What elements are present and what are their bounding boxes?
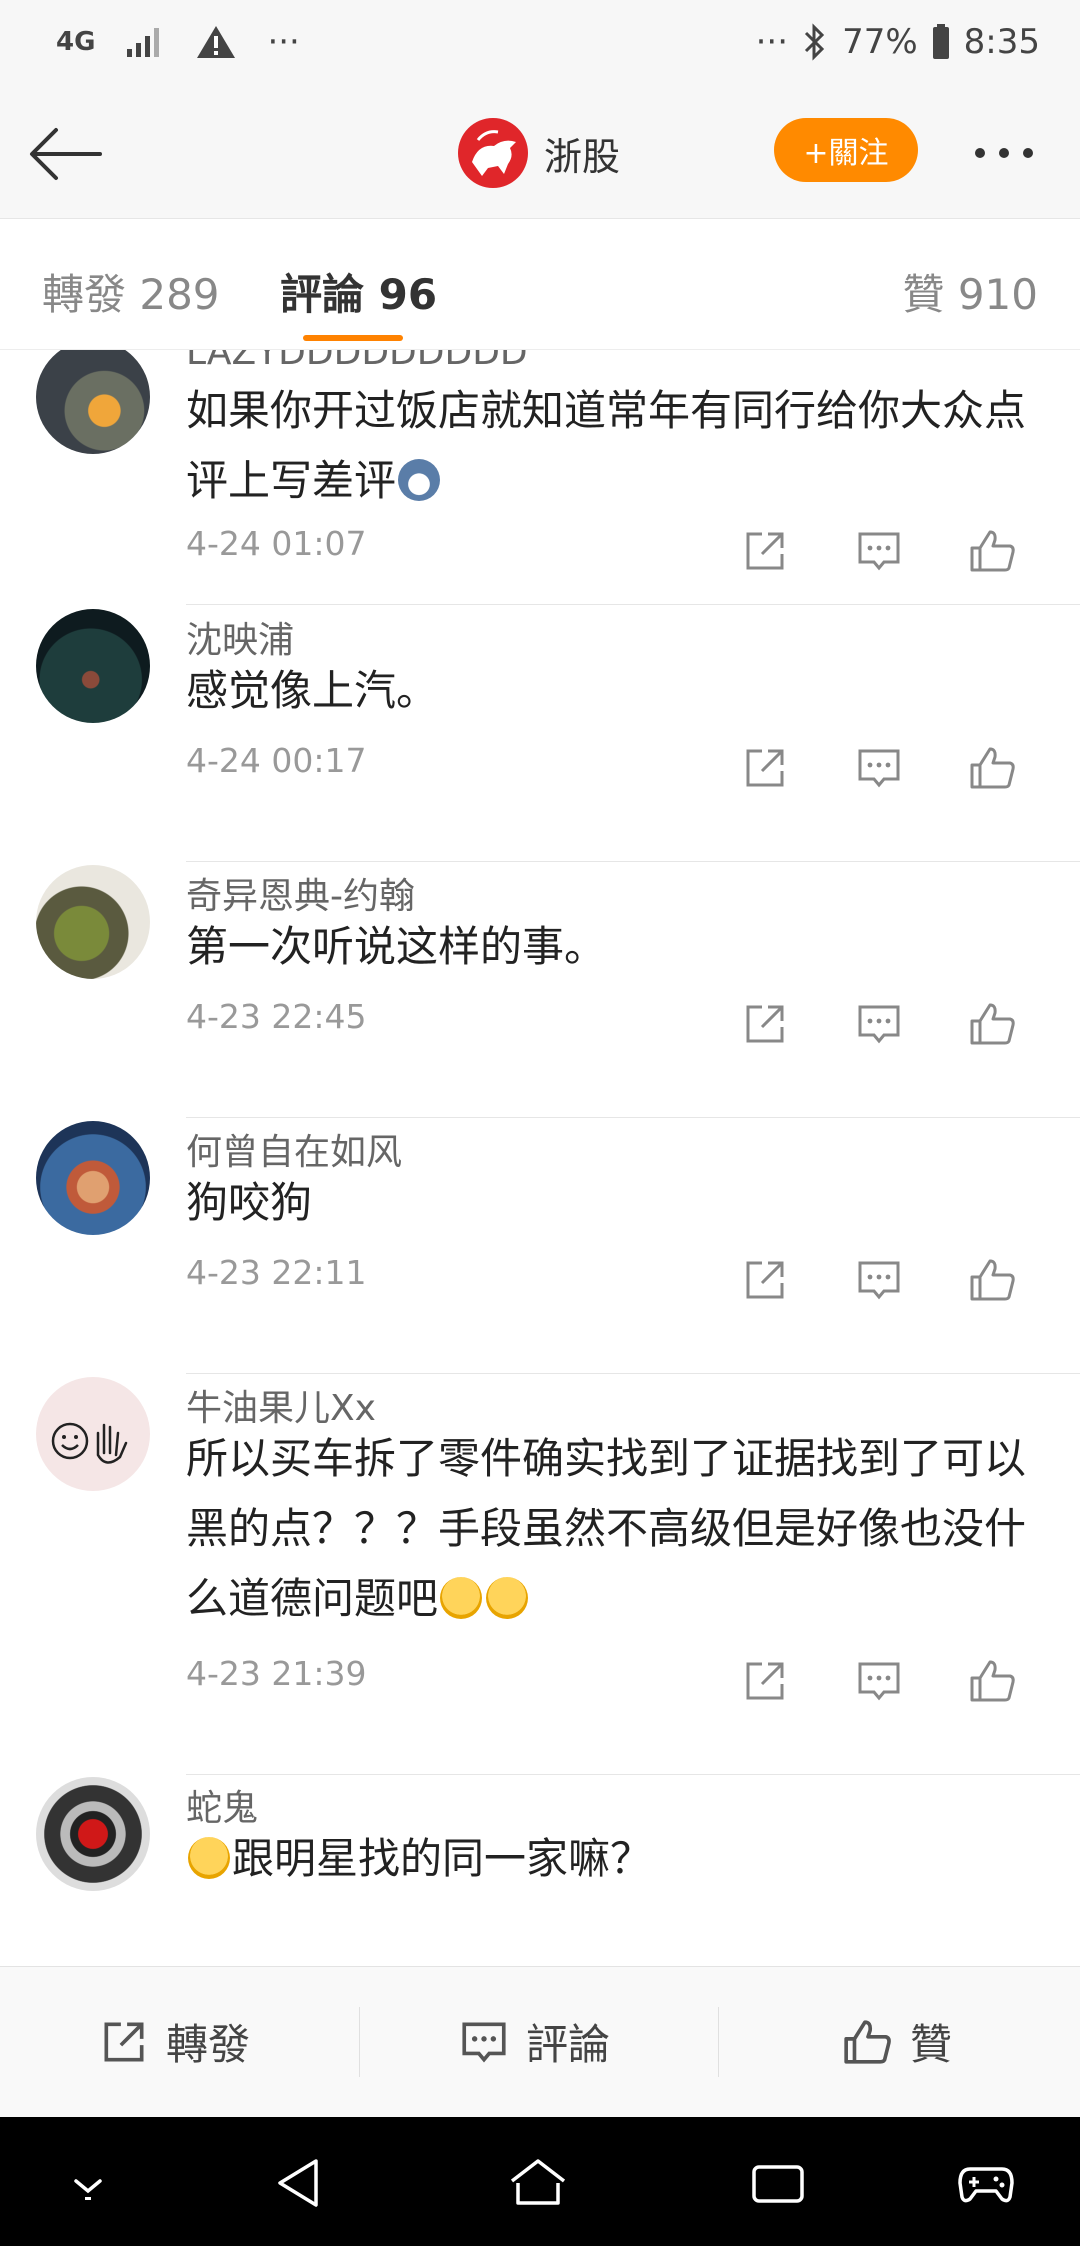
like-label: 贊 bbox=[910, 2020, 953, 2069]
comment-actions bbox=[740, 1255, 1018, 1305]
clock: 8:35 bbox=[963, 22, 1040, 62]
tab-bar: 轉發 289 評論 96 贊 910 bbox=[0, 219, 1080, 350]
comment-actions bbox=[740, 1656, 1018, 1706]
account-logo bbox=[458, 118, 528, 188]
list-item: 何曾自在如风 狗咬狗 4-23 22:11 bbox=[0, 1118, 1080, 1374]
share-icon[interactable] bbox=[740, 999, 790, 1049]
avatar[interactable] bbox=[36, 1377, 150, 1491]
comment-time: 4-23 22:11 bbox=[186, 1253, 367, 1292]
comment-text: 感觉像上汽。 bbox=[186, 666, 439, 715]
thumbs-up-icon bbox=[844, 2019, 891, 2064]
list-item: LAZYDDDDDDDDD 如果你开过饭店就知道常年有同行给你大众点评上写差评 … bbox=[0, 350, 1080, 605]
status-more-text: ··· bbox=[267, 22, 300, 62]
thinking-emoji-icon bbox=[440, 1577, 483, 1619]
avatar[interactable] bbox=[36, 1777, 150, 1891]
avatar[interactable] bbox=[36, 1121, 150, 1235]
avatar[interactable] bbox=[36, 609, 150, 723]
reply-icon[interactable] bbox=[854, 526, 904, 576]
signal-icon bbox=[127, 28, 160, 57]
comment-username[interactable]: LAZYDDDDDDDDD bbox=[186, 350, 528, 373]
divider bbox=[359, 2007, 360, 2077]
repost-button[interactable]: 轉發 bbox=[98, 2011, 250, 2072]
emoji-icon bbox=[188, 1837, 230, 1879]
nav-home-icon[interactable] bbox=[508, 2153, 568, 2213]
list-item: 蛇鬼 跟明星找的同一家嘛？ bbox=[0, 1774, 1080, 1965]
share-icon[interactable] bbox=[740, 743, 790, 793]
divider bbox=[186, 604, 1080, 605]
back-button[interactable] bbox=[26, 118, 106, 190]
reply-icon[interactable] bbox=[854, 1656, 904, 1706]
thumbs-up-icon[interactable] bbox=[968, 1255, 1018, 1305]
list-item: 沈映浦 感觉像上汽。 4-24 00:17 bbox=[0, 606, 1080, 862]
chevron-down-icon[interactable] bbox=[58, 2153, 118, 2213]
thumbs-up-icon[interactable] bbox=[968, 743, 1018, 793]
like-button[interactable]: 贊 bbox=[842, 2011, 952, 2072]
bottom-action-bar: 轉發 評論 贊 bbox=[0, 1966, 1080, 2117]
reply-icon[interactable] bbox=[854, 743, 904, 793]
comment-time: 4-24 00:17 bbox=[186, 741, 367, 780]
comment-time: 4-23 22:45 bbox=[186, 997, 367, 1036]
repost-label: 轉發 bbox=[166, 2020, 251, 2069]
divider bbox=[718, 2007, 719, 2077]
account-title[interactable]: 浙股 bbox=[458, 118, 620, 188]
battery-percent: 77% bbox=[842, 22, 918, 62]
tab-comments[interactable]: 評論 96 bbox=[280, 261, 437, 322]
thumbs-up-icon[interactable] bbox=[968, 1656, 1018, 1706]
list-item: 奇异恩典-约翰 第一次听说这样的事。 4-23 22:45 bbox=[0, 862, 1080, 1118]
avatar[interactable] bbox=[36, 350, 150, 454]
game-controller-icon[interactable] bbox=[956, 2153, 1016, 2213]
thinking-emoji-icon bbox=[486, 1577, 529, 1619]
comment-actions bbox=[740, 999, 1018, 1049]
thumbs-up-icon[interactable] bbox=[968, 526, 1018, 576]
share-icon[interactable] bbox=[740, 1656, 790, 1706]
app-header: 浙股 +關注 bbox=[0, 92, 1080, 219]
reply-icon[interactable] bbox=[854, 999, 904, 1049]
comment-time: 4-23 21:39 bbox=[186, 1654, 367, 1693]
comment-icon bbox=[462, 2022, 506, 2063]
status-bar: 4G ··· ··· 77% 8:35 bbox=[0, 0, 1080, 92]
bluetooth-icon bbox=[805, 23, 825, 61]
comment-label: 評論 bbox=[526, 2020, 611, 2069]
tab-likes[interactable]: 贊 910 bbox=[902, 261, 1038, 322]
account-name: 浙股 bbox=[544, 134, 621, 179]
share-icon[interactable] bbox=[740, 1255, 790, 1305]
comment-text: 如果你开过饭店就知道常年有同行给你大众点评上写差评 bbox=[186, 386, 1027, 505]
comment-text: 第一次听说这样的事。 bbox=[186, 922, 607, 971]
nav-recents-icon[interactable] bbox=[748, 2153, 808, 2213]
nav-back-icon[interactable] bbox=[270, 2153, 330, 2213]
tab-reposts[interactable]: 轉發 289 bbox=[42, 261, 220, 322]
dot-icon bbox=[1023, 148, 1033, 158]
husky-emoji-icon bbox=[398, 459, 441, 501]
share-icon[interactable] bbox=[740, 526, 790, 576]
network-indicator: 4G bbox=[56, 27, 96, 57]
smiley-wave-icon bbox=[51, 1422, 128, 1464]
follow-button[interactable]: +關注 bbox=[774, 118, 918, 182]
comment-text: 所以买车拆了零件确实找到了证据找到了可以黑的点？？？手段虽然不高级但是好像也没什… bbox=[186, 1434, 1027, 1623]
comment-actions bbox=[740, 526, 1018, 576]
list-item: 牛油果儿Xx 所以买车拆了零件确实找到了证据找到了可以黑的点？？？手段虽然不高级… bbox=[0, 1374, 1080, 1775]
warning-icon bbox=[197, 26, 236, 58]
avatar[interactable] bbox=[36, 865, 150, 979]
dot-icon bbox=[999, 148, 1009, 158]
share-icon bbox=[104, 2022, 144, 2061]
comment-list[interactable]: LAZYDDDDDDDDD 如果你开过饭店就知道常年有同行给你大众点评上写差评 … bbox=[0, 350, 1080, 1965]
system-navigation-bar bbox=[0, 2117, 1080, 2246]
comment-time: 4-24 01:07 bbox=[186, 524, 367, 563]
dot-icon bbox=[975, 148, 985, 158]
more-options-button[interactable] bbox=[975, 138, 1055, 168]
reply-icon[interactable] bbox=[854, 1255, 904, 1305]
status-more-text-right: ··· bbox=[755, 22, 789, 62]
active-tab-indicator bbox=[303, 335, 403, 341]
comment-actions bbox=[740, 743, 1018, 793]
comment-text: 狗咬狗 bbox=[186, 1178, 313, 1227]
comment-text: 跟明星找的同一家嘛？ bbox=[186, 1824, 1046, 1894]
arrow-left-icon bbox=[30, 128, 102, 180]
battery-icon bbox=[932, 24, 949, 59]
comment-button[interactable]: 評論 bbox=[458, 2011, 610, 2072]
thumbs-up-icon[interactable] bbox=[968, 999, 1018, 1049]
